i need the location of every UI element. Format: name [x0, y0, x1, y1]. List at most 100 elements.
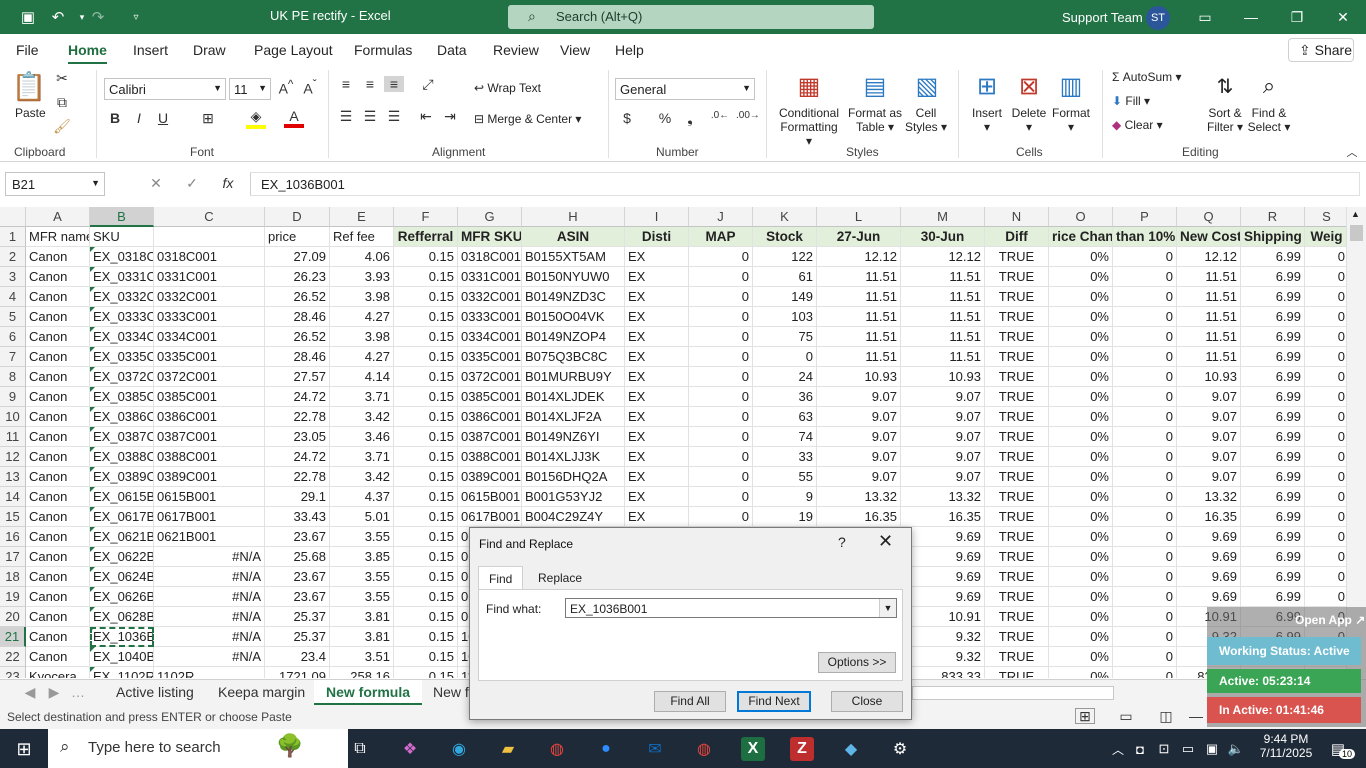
- table-cell[interactable]: 0318C001: [458, 247, 522, 267]
- table-cell[interactable]: 0%: [1049, 467, 1113, 487]
- table-cell[interactable]: 0: [1305, 267, 1346, 287]
- increase-indent-icon[interactable]: ⇥: [440, 108, 460, 125]
- table-cell[interactable]: 0%: [1049, 447, 1113, 467]
- percent-icon[interactable]: %: [655, 110, 675, 126]
- table-cell[interactable]: 63: [753, 407, 817, 427]
- table-cell[interactable]: 0: [1113, 427, 1177, 447]
- taskbar-search[interactable]: ⌕ Type here to search 🌳: [48, 729, 348, 768]
- table-cell[interactable]: EX_0334C0: [90, 327, 154, 347]
- table-cell[interactable]: 0389C001: [154, 467, 265, 487]
- table-cell[interactable]: 0.15: [394, 447, 458, 467]
- table-cell[interactable]: #N/A: [154, 587, 265, 607]
- font-size-select[interactable]: 11 ▼: [229, 78, 271, 100]
- tab-prev-icon[interactable]: ◀: [20, 684, 40, 701]
- help-icon[interactable]: ?: [838, 534, 846, 550]
- table-cell[interactable]: TRUE: [985, 407, 1049, 427]
- table-cell[interactable]: B014XLJDEK: [522, 387, 625, 407]
- table-cell[interactable]: 0%: [1049, 567, 1113, 587]
- table-cell[interactable]: TRUE: [985, 367, 1049, 387]
- table-cell[interactable]: 9.07: [1177, 407, 1241, 427]
- table-cell[interactable]: 25.37: [265, 607, 330, 627]
- align-bottom-icon[interactable]: ≡: [384, 76, 404, 92]
- table-cell[interactable]: 0: [689, 447, 753, 467]
- table-cell[interactable]: EX_0335C0: [90, 347, 154, 367]
- row-header[interactable]: 3: [0, 267, 26, 287]
- table-cell[interactable]: 13.32: [901, 487, 985, 507]
- table-cell[interactable]: 0: [689, 367, 753, 387]
- table-cell[interactable]: 0.15: [394, 527, 458, 547]
- table-cell[interactable]: 0.15: [394, 487, 458, 507]
- table-cell[interactable]: 10.93: [1177, 367, 1241, 387]
- delete-cells-button[interactable]: Delete ▾: [1011, 106, 1047, 134]
- sheet-tab-active-listing[interactable]: Active listing: [116, 684, 194, 700]
- header-cell[interactable]: MFR name: [26, 227, 90, 247]
- table-cell[interactable]: 0%: [1049, 507, 1113, 527]
- table-cell[interactable]: 29.1: [265, 487, 330, 507]
- conditional-formatting-icon[interactable]: ▦: [792, 70, 826, 102]
- table-cell[interactable]: 0: [1113, 467, 1177, 487]
- table-cell[interactable]: EX_0388C0: [90, 447, 154, 467]
- find-what-input[interactable]: EX_1036B001 ▼: [565, 598, 897, 618]
- fill-button[interactable]: ⬇ Fill ▾: [1112, 94, 1150, 108]
- column-header-q[interactable]: Q: [1177, 207, 1241, 227]
- header-cell[interactable]: price: [265, 227, 330, 247]
- table-cell[interactable]: 0.15: [394, 347, 458, 367]
- table-cell[interactable]: TRUE: [985, 327, 1049, 347]
- cancel-icon[interactable]: ✕: [146, 175, 166, 192]
- table-cell[interactable]: 3.71: [330, 387, 394, 407]
- menu-help[interactable]: Help: [615, 42, 644, 58]
- table-cell[interactable]: Canon: [26, 607, 90, 627]
- table-cell[interactable]: 0387C001: [458, 427, 522, 447]
- outlook-icon[interactable]: ✉: [643, 737, 667, 761]
- table-cell[interactable]: 0: [689, 287, 753, 307]
- table-cell[interactable]: Canon: [26, 247, 90, 267]
- table-cell[interactable]: 6.99: [1241, 447, 1305, 467]
- table-cell[interactable]: 6.99: [1241, 467, 1305, 487]
- table-cell[interactable]: 4.06: [330, 247, 394, 267]
- table-cell[interactable]: 0.15: [394, 367, 458, 387]
- task-view-icon[interactable]: ⧉: [348, 737, 372, 761]
- table-cell[interactable]: EX_0385C0: [90, 387, 154, 407]
- filezilla-icon[interactable]: Z: [790, 737, 814, 761]
- table-cell[interactable]: TRUE: [985, 347, 1049, 367]
- font-name-select[interactable]: Calibri ▼: [104, 78, 226, 100]
- table-cell[interactable]: 25.68: [265, 547, 330, 567]
- table-cell[interactable]: 11.51: [1177, 287, 1241, 307]
- table-cell[interactable]: 11.51: [901, 267, 985, 287]
- table-cell[interactable]: 0: [1113, 307, 1177, 327]
- account-name[interactable]: Support Team: [1062, 10, 1143, 25]
- table-cell[interactable]: 0: [1113, 327, 1177, 347]
- table-cell[interactable]: 1721.09: [265, 667, 330, 678]
- table-cell[interactable]: 0.15: [394, 387, 458, 407]
- table-cell[interactable]: 0.15: [394, 287, 458, 307]
- table-cell[interactable]: 0617B001: [154, 507, 265, 527]
- table-cell[interactable]: EX_0622B0: [90, 547, 154, 567]
- table-cell[interactable]: TRUE: [985, 467, 1049, 487]
- table-cell[interactable]: 10.91: [901, 607, 985, 627]
- table-cell[interactable]: 0: [1305, 347, 1346, 367]
- table-cell[interactable]: 0: [1113, 507, 1177, 527]
- header-cell[interactable]: rice Change: [1049, 227, 1113, 247]
- table-cell[interactable]: 833.33: [901, 667, 985, 678]
- row-header[interactable]: 5: [0, 307, 26, 327]
- table-cell[interactable]: 0: [1113, 547, 1177, 567]
- tab-next-icon[interactable]: ▶: [44, 684, 64, 701]
- table-cell[interactable]: 0: [1305, 547, 1346, 567]
- table-cell[interactable]: 0.15: [394, 427, 458, 447]
- table-cell[interactable]: 9.07: [901, 387, 985, 407]
- table-cell[interactable]: Canon: [26, 627, 90, 647]
- table-cell[interactable]: 10.93: [817, 367, 901, 387]
- align-left-icon[interactable]: ☰: [336, 108, 356, 125]
- table-cell[interactable]: EX_0331C0: [90, 267, 154, 287]
- table-cell[interactable]: EX: [625, 387, 689, 407]
- table-cell[interactable]: 0: [1305, 507, 1346, 527]
- table-cell[interactable]: 4.37: [330, 487, 394, 507]
- table-cell[interactable]: 33: [753, 447, 817, 467]
- row-header[interactable]: 4: [0, 287, 26, 307]
- scroll-thumb[interactable]: [1350, 225, 1363, 241]
- table-cell[interactable]: 13.32: [817, 487, 901, 507]
- table-cell[interactable]: EX_0332C0: [90, 287, 154, 307]
- table-cell[interactable]: 0.15: [394, 307, 458, 327]
- table-cell[interactable]: EX: [625, 427, 689, 447]
- table-cell[interactable]: 26.23: [265, 267, 330, 287]
